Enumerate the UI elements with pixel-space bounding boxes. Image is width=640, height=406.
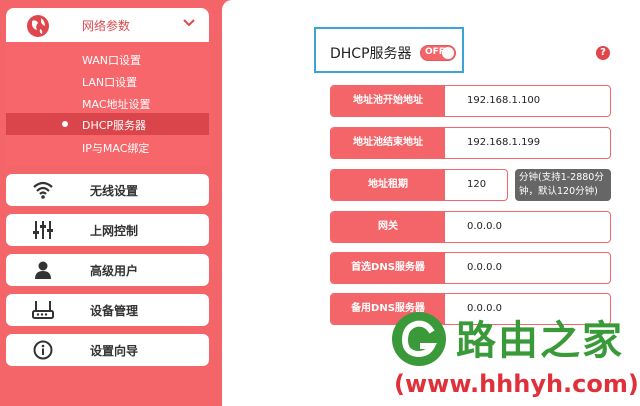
gateway-field[interactable]: 网关 0.0.0.0 [330, 211, 611, 243]
field-value[interactable]: 0.0.0.0 [467, 253, 502, 283]
info-icon [33, 340, 53, 360]
sidebar-item-ip-mac-binding[interactable]: IP与MAC绑定 [6, 136, 209, 158]
router-icon [32, 301, 54, 319]
toggle-knob [442, 47, 454, 59]
sidebar-item-mac[interactable]: MAC地址设置 [6, 92, 209, 114]
sidebar-item-label: DHCP服务器 [82, 119, 147, 132]
field-value[interactable]: 0.0.0.0 [467, 212, 502, 242]
primary-dns-field[interactable]: 首选DNS服务器 0.0.0.0 [330, 252, 611, 284]
sidebar-item-label: 高级用户 [90, 264, 139, 278]
watermark-title: 路由之家 [456, 318, 624, 364]
field-label: 地址池结束地址 [331, 128, 445, 158]
start-address-field[interactable]: 地址池开始地址 192.168.1.100 [330, 85, 611, 117]
sliders-icon [33, 221, 53, 239]
help-icon[interactable]: ? [596, 46, 610, 60]
sidebar: 网络参数 WAN口设置 LAN口设置 MAC地址设置 DHCP服务器 IP与MA… [0, 0, 216, 406]
lease-time-field[interactable]: 地址租期 120 [330, 169, 508, 201]
sidebar-item-wan[interactable]: WAN口设置 [6, 48, 209, 70]
field-value[interactable]: 192.168.1.100 [467, 86, 540, 116]
field-label: 网关 [331, 212, 445, 242]
sidebar-item-label: 设备管理 [90, 304, 139, 318]
network-params-header[interactable]: 网络参数 [6, 8, 209, 42]
lease-hint: 分钟(支持1-2880分钟，默认120分钟) [515, 169, 611, 201]
field-label: 地址池开始地址 [331, 86, 445, 116]
page-title: DHCP服务器 [330, 46, 412, 62]
watermark-logo-icon [392, 312, 446, 366]
field-value[interactable]: 192.168.1.199 [467, 128, 540, 158]
sidebar-item-lan[interactable]: LAN口设置 [6, 70, 209, 92]
sidebar-item-dhcp[interactable]: DHCP服务器 [6, 113, 209, 135]
network-params-panel: 网络参数 WAN口设置 LAN口设置 MAC地址设置 DHCP服务器 IP与MA… [6, 8, 209, 166]
dhcp-section-header: DHCP服务器 OFF [314, 27, 464, 73]
end-address-field[interactable]: 地址池结束地址 192.168.1.199 [330, 127, 611, 159]
chevron-down-icon[interactable] [182, 16, 196, 30]
dhcp-toggle[interactable]: OFF [420, 45, 456, 61]
sidebar-item-internet-control[interactable]: 上网控制 [6, 214, 209, 246]
sidebar-item-advanced-user[interactable]: 高级用户 [6, 254, 209, 286]
sidebar-item-label: LAN口设置 [82, 76, 138, 89]
active-dot-icon [62, 121, 68, 127]
sidebar-item-device-management[interactable]: 设备管理 [6, 294, 209, 326]
watermark-url: (www.hhhyh.com) [394, 370, 639, 398]
globe-icon [27, 15, 49, 37]
sidebar-item-label: IP与MAC绑定 [82, 142, 150, 155]
field-label: 地址租期 [331, 170, 445, 200]
sidebar-item-wireless[interactable]: 无线设置 [6, 174, 209, 206]
sidebar-item-label: 无线设置 [90, 184, 139, 198]
wifi-icon [33, 181, 53, 199]
sidebar-item-label: WAN口设置 [82, 54, 142, 67]
field-label: 首选DNS服务器 [331, 253, 445, 283]
field-value[interactable]: 120 [467, 170, 486, 200]
sidebar-item-setup-wizard[interactable]: 设置向导 [6, 334, 209, 366]
sidebar-item-label: 设置向导 [90, 344, 139, 358]
network-params-title: 网络参数 [82, 19, 131, 33]
sidebar-item-label: MAC地址设置 [82, 98, 151, 111]
sidebar-item-label: 上网控制 [90, 224, 139, 238]
user-icon [35, 261, 51, 279]
